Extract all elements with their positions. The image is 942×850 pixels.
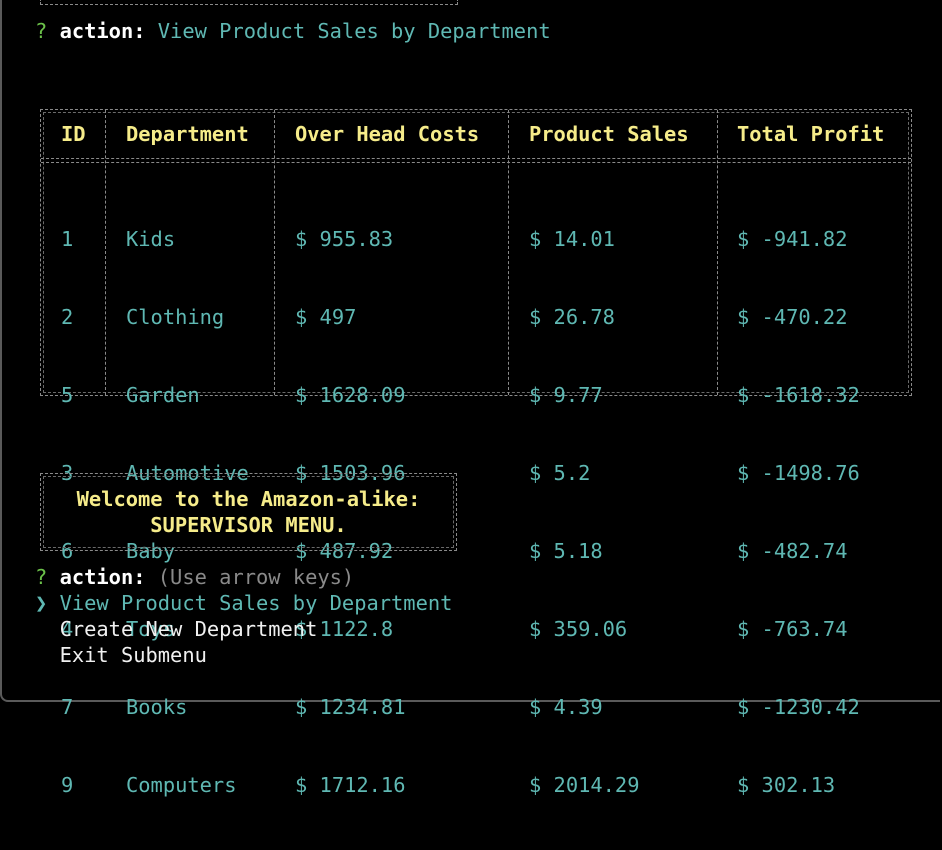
table-cell: 2 <box>61 305 74 329</box>
table-cell: $ 9.77 <box>529 383 603 407</box>
table-cell: $ 1234.81 <box>295 695 406 719</box>
table-cell: $ 302.13 <box>737 773 836 797</box>
table-cell: $ 5.18 <box>529 539 603 563</box>
prompt-answer: View Product Sales by Department <box>157 19 551 43</box>
header-separator <box>41 158 911 159</box>
selection-pointer-icon: ❯ <box>35 591 48 615</box>
column-total-profit: $ -941.82 $ -470.22 $ -1618.32 $ -1498.7… <box>737 174 860 850</box>
table-cell: $ -941.82 <box>737 227 848 251</box>
table-divider <box>508 110 509 395</box>
question-mark: ? <box>35 565 48 589</box>
table-cell: $ -470.22 <box>737 305 848 329</box>
action-prompt-active: ? action: (Use arrow keys) <box>35 564 354 590</box>
table-cell: $ -763.74 <box>737 617 848 641</box>
menu-option-label: Create New Department <box>59 617 318 641</box>
question-mark: ? <box>35 19 48 43</box>
column-header-id: ID <box>61 122 86 146</box>
menu-option-exit-submenu[interactable]: Exit Submenu <box>35 642 207 668</box>
table-cell: $ -1618.32 <box>737 383 860 407</box>
header-separator <box>41 162 911 163</box>
table-cell: $ 5.2 <box>529 461 591 485</box>
table-cell: $ 14.01 <box>529 227 615 251</box>
table-cell: $ 1712.16 <box>295 773 406 797</box>
menu-option-label: Exit Submenu <box>59 643 207 667</box>
column-header-overhead: Over Head Costs <box>295 122 480 146</box>
table-cell: $ 26.78 <box>529 305 615 329</box>
table-cell: $ 2014.29 <box>529 773 640 797</box>
welcome-banner: Welcome to the Amazon-alike: SUPERVISOR … <box>40 473 457 551</box>
table-cell: 7 <box>61 695 74 719</box>
table-divider <box>274 110 275 395</box>
table-cell: Books <box>126 695 188 719</box>
banner-line-1: Welcome to the Amazon-alike: <box>76 487 421 511</box>
column-header-product-sales: Product Sales <box>529 122 689 146</box>
table-cell: 1 <box>61 227 74 251</box>
action-prompt-answered: ? action: View Product Sales by Departme… <box>35 18 551 44</box>
prompt-label: action: <box>59 565 146 589</box>
banner-line-2: SUPERVISOR MENU. <box>150 513 347 537</box>
prompt-hint: (Use arrow keys) <box>157 565 355 589</box>
table-cell: $ 1628.09 <box>295 383 406 407</box>
banner-text: Welcome to the Amazon-alike: SUPERVISOR … <box>41 486 456 538</box>
table-cell: Kids <box>126 227 176 251</box>
table-cell: $ 4.39 <box>529 695 603 719</box>
table-cell: Clothing <box>126 305 225 329</box>
table-cell: $ -1230.42 <box>737 695 860 719</box>
table-cell: $ 955.83 <box>295 227 394 251</box>
column-header-total-profit: Total Profit <box>737 122 885 146</box>
table-cell: $ 497 <box>295 305 357 329</box>
column-header-department: Department <box>126 122 249 146</box>
column-product-sales: $ 14.01 $ 26.78 $ 9.77 $ 5.2 $ 5.18 $ 35… <box>529 174 640 850</box>
menu-option-view-sales[interactable]: ❯ View Product Sales by Department <box>35 590 452 616</box>
sales-table: ID Department Over Head Costs Product Sa… <box>40 109 912 797</box>
table-cell: $ -482.74 <box>737 539 848 563</box>
table-cell: Computers <box>126 773 237 797</box>
table-cell: Garden <box>126 383 200 407</box>
menu-option-label: View Product Sales by Department <box>59 591 453 615</box>
table-divider <box>717 110 718 395</box>
table-cell: $ -1498.76 <box>737 461 860 485</box>
prompt-label: action: <box>59 19 146 43</box>
table-cell: 9 <box>61 773 74 797</box>
menu-option-create-department[interactable]: Create New Department <box>35 616 318 642</box>
terminal-window: ? action: View Product Sales by Departme… <box>0 0 940 797</box>
table-cell: 5 <box>61 383 74 407</box>
table-cell: $ 359.06 <box>529 617 628 641</box>
previous-box-bottom <box>40 0 458 5</box>
